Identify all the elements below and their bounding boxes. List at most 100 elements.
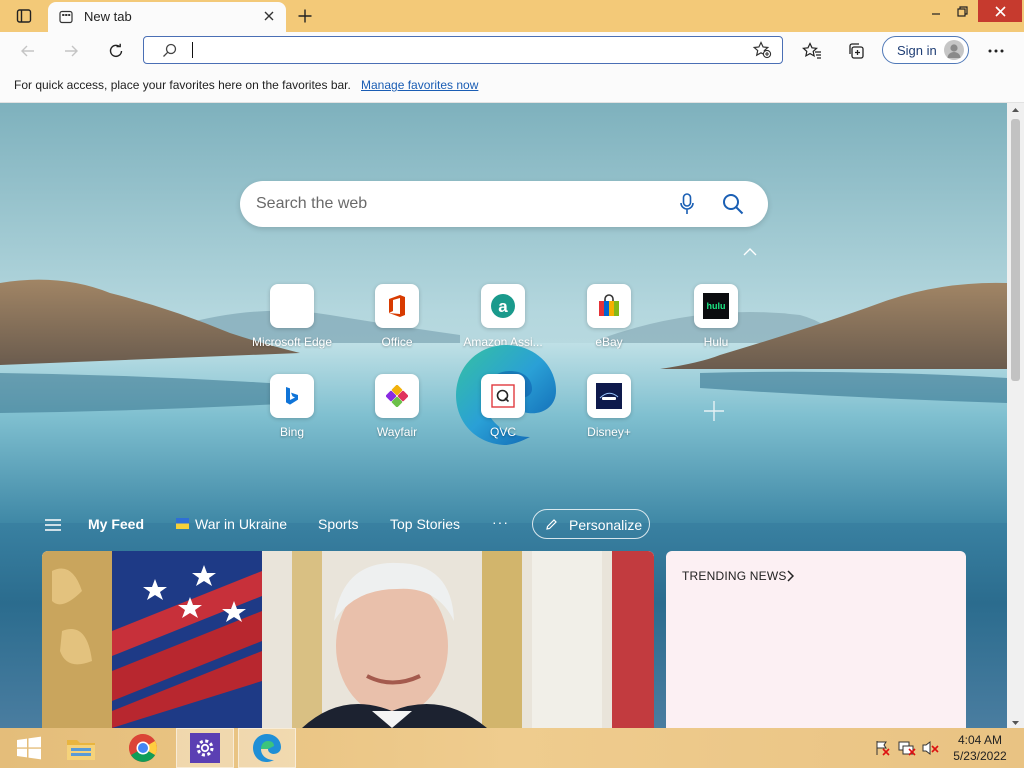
restore-button[interactable] <box>950 0 974 22</box>
new-tab-page: Search the web Microsoft Edge Office a A… <box>0 103 1007 728</box>
refresh-button[interactable] <box>101 37 131 65</box>
tile-label: eBay <box>595 335 623 349</box>
clock-time[interactable]: 4:04 AM <box>940 733 1020 747</box>
settings-more-button[interactable] <box>982 37 1010 65</box>
sign-in-button[interactable]: Sign in <box>882 36 969 64</box>
chrome-taskbar-button[interactable] <box>114 728 172 768</box>
tile-label: Wayfair <box>376 425 418 439</box>
search-submit-icon[interactable] <box>722 193 744 215</box>
tab-my-feed[interactable]: My Feed <box>88 516 144 532</box>
tile-label: Microsoft Edge <box>251 335 333 349</box>
quick-link-hulu[interactable]: hulu Hulu <box>661 284 771 354</box>
feed-navigation: My Feed War in Ukraine Sports Top Storie… <box>0 501 1007 551</box>
forward-button[interactable] <box>56 37 86 65</box>
minimize-button[interactable] <box>924 0 948 22</box>
office-tile-box <box>375 284 419 328</box>
scrollbar-thumb[interactable] <box>1011 119 1020 381</box>
tab-war-in-ukraine[interactable]: War in Ukraine <box>195 516 287 532</box>
tab-top-stories[interactable]: Top Stories <box>390 516 460 532</box>
chevron-up-icon[interactable] <box>742 247 758 257</box>
add-favorite-icon[interactable] <box>752 41 772 59</box>
scroll-down-arrow-icon[interactable] <box>1011 720 1020 726</box>
bing-tile-box <box>270 374 314 418</box>
personalize-button[interactable]: Personalize <box>532 509 650 539</box>
volume-muted-icon[interactable] <box>922 740 940 756</box>
news-story-card[interactable] <box>42 551 654 728</box>
file-explorer-icon <box>67 740 95 760</box>
office-icon <box>389 295 405 317</box>
back-arrow-icon <box>21 45 34 57</box>
quick-link-qvc[interactable]: QVC <box>448 374 558 444</box>
tile-label: Office <box>381 335 413 349</box>
disney-plus-icon <box>596 383 622 409</box>
avatar <box>944 40 964 60</box>
more-topics-button[interactable]: ··· <box>492 514 509 530</box>
hulu-tile-box: hulu <box>694 284 738 328</box>
favorites-button[interactable] <box>798 37 826 65</box>
tile-label: Bing <box>279 425 305 439</box>
disney-tile-box <box>587 374 631 418</box>
close-icon <box>994 5 1006 17</box>
personalize-label: Personalize <box>569 517 643 533</box>
favorites-bar-message: For quick access, place your favorites h… <box>14 78 351 92</box>
web-search-placeholder: Search the web <box>256 195 368 212</box>
tab-sports[interactable]: Sports <box>318 516 358 532</box>
settings-app-icon <box>190 733 220 763</box>
plus-icon <box>298 9 312 23</box>
edge-taskbar-button[interactable] <box>238 728 296 768</box>
quick-link-bing[interactable]: Bing <box>237 374 347 444</box>
favorites-icon <box>802 42 821 59</box>
tile-label: Disney+ <box>587 425 631 439</box>
quick-link-ebay[interactable]: eBay <box>554 284 664 354</box>
browser-toolbar: Sign in <box>0 32 1024 70</box>
sign-in-label: Sign in <box>897 43 937 58</box>
start-icon <box>17 736 41 760</box>
qvc-tile-box <box>481 374 525 418</box>
browser-tab[interactable]: New tab <box>48 2 286 32</box>
start-button[interactable] <box>0 728 58 768</box>
quick-link-microsoft-edge[interactable]: Microsoft Edge <box>237 284 347 354</box>
address-bar[interactable] <box>143 36 783 64</box>
trending-news-heading: TRENDING NEWS <box>682 569 787 583</box>
tab-title: New tab <box>84 9 132 24</box>
blank-icon <box>270 284 314 328</box>
tab-actions-button[interactable] <box>8 4 40 28</box>
collections-button[interactable] <box>842 37 870 65</box>
microphone-icon[interactable] <box>680 193 694 215</box>
quick-link-office[interactable]: Office <box>342 284 452 354</box>
vertical-scrollbar[interactable] <box>1007 103 1024 728</box>
refresh-icon <box>109 43 123 57</box>
add-shortcut-icon[interactable] <box>702 399 726 423</box>
tile-label: Hulu <box>703 335 729 349</box>
hulu-logo-text: hulu <box>706 301 726 311</box>
close-window-button[interactable] <box>978 0 1022 22</box>
more-dots-icon <box>988 49 1004 53</box>
new-tab-button[interactable] <box>292 4 318 28</box>
clock-date[interactable]: 5/23/2022 <box>940 749 1020 763</box>
hamburger-menu-icon[interactable] <box>44 518 62 532</box>
web-search-box[interactable]: Search the web <box>240 181 768 227</box>
file-explorer-taskbar-button[interactable] <box>52 728 110 768</box>
forward-arrow-icon <box>65 45 78 57</box>
close-tab-icon[interactable] <box>262 9 276 23</box>
network-icon[interactable] <box>898 740 916 756</box>
bing-icon <box>286 387 298 405</box>
settings-taskbar-button[interactable] <box>176 728 234 768</box>
back-button[interactable] <box>13 37 43 65</box>
wayfair-icon <box>386 385 408 407</box>
ukraine-flag-icon <box>176 518 189 529</box>
scroll-up-arrow-icon[interactable] <box>1011 107 1020 113</box>
search-icon <box>163 43 177 57</box>
quick-link-wayfair[interactable]: Wayfair <box>342 374 452 444</box>
trending-news-panel[interactable]: TRENDING NEWS <box>666 551 966 728</box>
restore-icon <box>956 5 968 17</box>
manage-favorites-link[interactable]: Manage favorites now <box>361 78 478 92</box>
hulu-icon: hulu <box>703 293 729 319</box>
qvc-icon <box>491 384 515 408</box>
action-center-flag-icon[interactable] <box>874 740 890 756</box>
chevron-right-icon[interactable] <box>786 570 794 582</box>
svg-text:a: a <box>498 297 508 316</box>
news-photo-image <box>42 551 654 728</box>
minimize-icon <box>932 13 940 15</box>
quick-link-disney-plus[interactable]: Disney+ <box>554 374 664 444</box>
